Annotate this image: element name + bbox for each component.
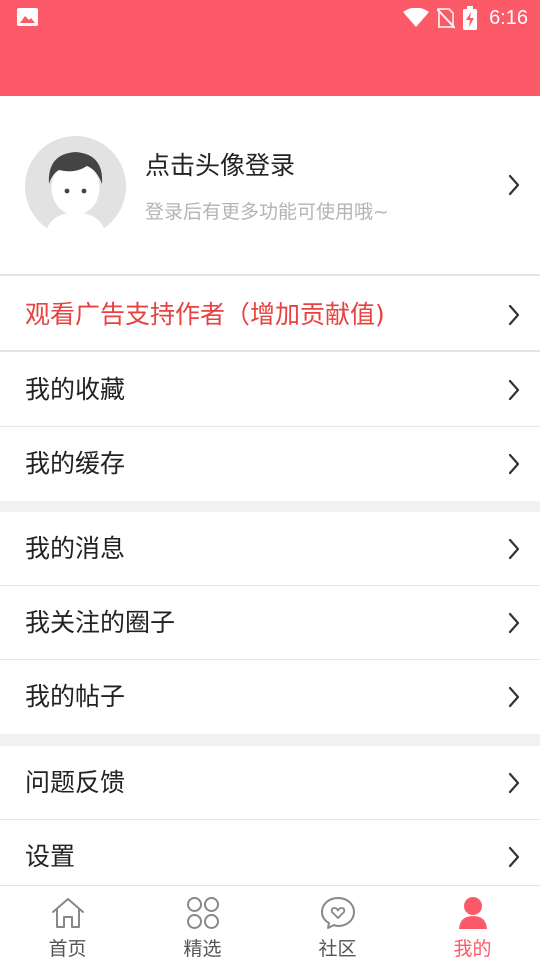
battery-charging-icon [463, 6, 478, 30]
heart-chat-bubble-icon [320, 897, 355, 929]
chevron-right-icon [508, 612, 520, 634]
chevron-right-icon [508, 304, 520, 326]
menu-item-label: 我关注的圈子 [25, 608, 176, 637]
home-icon [51, 898, 84, 928]
chevron-right-icon [508, 174, 520, 196]
menu-item-cache[interactable]: 我的缓存 [0, 427, 540, 501]
menu-item-label: 问题反馈 [25, 768, 126, 797]
status-time: 6:16 [489, 6, 528, 29]
menu-item-settings[interactable]: 设置 [0, 820, 540, 885]
tab-community[interactable]: 社区 [270, 886, 405, 960]
tab-home[interactable]: 首页 [0, 886, 135, 960]
status-bar: 6:16 [0, 0, 540, 36]
wifi-icon [403, 8, 430, 27]
tab-home-label: 首页 [48, 938, 87, 960]
menu-item-posts[interactable]: 我的帖子 [0, 660, 540, 734]
tab-featured[interactable]: 精选 [135, 886, 270, 960]
menu-item-followed-circles[interactable]: 我关注的圈子 [0, 586, 540, 660]
app-header: 6:16 [0, 0, 540, 96]
four-petal-grid-icon [186, 897, 219, 929]
login-prompt-subtitle: 登录后有更多功能可使用哦~ [145, 201, 389, 223]
menu-item-label: 我的收藏 [25, 375, 126, 404]
tab-mine[interactable]: 我的 [405, 886, 540, 960]
user-icon [458, 897, 487, 929]
menu-item-favorites[interactable]: 我的收藏 [0, 353, 540, 427]
menu-item-label: 观看广告支持作者（增加贡献值) [25, 300, 385, 329]
chevron-right-icon [508, 538, 520, 560]
menu-item-label: 设置 [25, 842, 76, 871]
no-sim-icon [437, 8, 456, 29]
avatar[interactable] [25, 136, 126, 237]
menu-item-feedback[interactable]: 问题反馈 [0, 746, 540, 820]
gallery-notification-icon [17, 8, 38, 26]
menu-item-label: 我的帖子 [25, 682, 126, 711]
chevron-right-icon [508, 772, 520, 794]
tab-featured-label: 精选 [183, 938, 222, 960]
chevron-right-icon [508, 846, 520, 868]
login-prompt-title: 点击头像登录 [145, 151, 296, 180]
chevron-right-icon [508, 686, 520, 708]
section-divider [0, 501, 540, 512]
menu-item-label: 我的消息 [25, 534, 126, 563]
default-avatar-icon [25, 136, 126, 237]
menu-item-messages[interactable]: 我的消息 [0, 512, 540, 586]
chevron-right-icon [508, 379, 520, 401]
login-profile-row[interactable]: 点击头像登录 登录后有更多功能可使用哦~ [0, 96, 540, 276]
menu-item-label: 我的缓存 [25, 449, 126, 478]
section-divider [0, 734, 540, 746]
tab-community-label: 社区 [318, 938, 357, 960]
tab-mine-label: 我的 [453, 938, 492, 960]
chevron-right-icon [508, 453, 520, 475]
menu-item-ad-support[interactable]: 观看广告支持作者（增加贡献值) [0, 278, 540, 352]
bottom-tab-bar: 首页 精选 社区 我的 [0, 885, 540, 960]
